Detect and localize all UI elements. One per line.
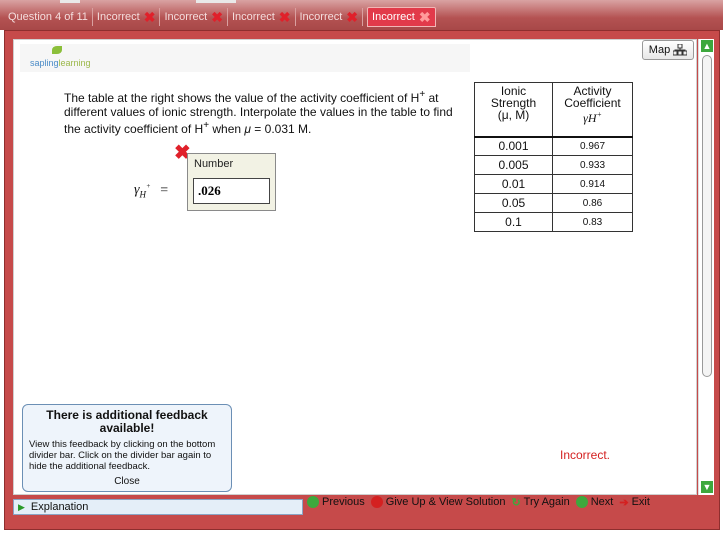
try-again-label: Try Again <box>523 496 570 508</box>
table-row: 0.1 0.83 <box>474 212 633 232</box>
previous-arrow-icon <box>307 496 319 508</box>
tab-label: Incorrect <box>231 11 275 23</box>
table-cell: 0.933 <box>552 155 633 175</box>
equals-sign: = <box>160 182 169 198</box>
scroll-track[interactable] <box>702 55 712 377</box>
table-row: 0.01 0.914 <box>474 174 633 194</box>
table-cell: 0.005 <box>474 155 553 175</box>
gamma-subscript: H <box>139 189 147 200</box>
tab-attempt-1[interactable]: Incorrect ✖ <box>93 8 161 26</box>
red-x-icon: ✖ <box>418 9 431 25</box>
gamma-h-superscript: + <box>596 110 602 119</box>
give-up-x-icon <box>370 496 383 508</box>
exit-button[interactable]: ➔ Exit <box>619 496 650 509</box>
next-arrow-icon <box>575 496 588 508</box>
table-cell: 0.001 <box>474 135 553 156</box>
feedback-callout: There is additional feedback available! … <box>22 404 232 492</box>
tab-attempt-5-active[interactable]: Incorrect ✖ <box>367 7 436 27</box>
question-tab-bar: Question 4 of 11 Incorrect ✖ Incorrect ✖ I… <box>0 0 723 30</box>
feedback-body: View this feedback by clicking on the bo… <box>29 439 216 472</box>
table-cell: 0.83 <box>552 212 633 232</box>
give-up-label: Give Up & View Solution <box>385 496 506 508</box>
header-line: Coefficient <box>564 96 621 110</box>
explanation-label: Explanation <box>30 501 89 513</box>
red-x-icon: ✖ <box>346 9 359 25</box>
tab-label: Question 4 of 11 <box>8 11 88 23</box>
table-row: 0.005 0.933 <box>474 155 633 175</box>
number-answer-box: Number <box>187 153 276 211</box>
question-text: The table at the right shows the value o… <box>64 88 459 136</box>
expand-triangle-icon: ▶ <box>18 501 25 512</box>
vertical-scrollbar[interactable]: ▲ ▼ <box>698 39 714 495</box>
tab-attempt-3[interactable]: Incorrect ✖ <box>228 8 296 26</box>
header-line: γH+ <box>557 109 628 124</box>
question-frame: saplinglearning Map The table at the rig… <box>4 30 720 530</box>
exit-door-icon: ➔ <box>619 496 629 509</box>
table-cell: 0.05 <box>474 193 553 213</box>
gamma-label: γH+ = <box>134 182 168 199</box>
previous-label: Previous <box>322 496 365 508</box>
exit-label: Exit <box>631 496 650 508</box>
feedback-close-button[interactable]: Close <box>23 476 231 487</box>
strip-fragment <box>60 0 80 3</box>
logo-word-sapling: sapling <box>30 58 59 68</box>
table-cell: 0.967 <box>552 135 633 156</box>
red-x-icon: ✖ <box>143 9 156 25</box>
strip-fragment <box>196 0 236 3</box>
question-value: = 0.031 M. <box>250 122 312 136</box>
question-panel: saplinglearning Map The table at the rig… <box>13 39 697 495</box>
tab-question-counter[interactable]: Question 4 of 11 <box>4 8 93 26</box>
table-header-activity-coefficient: Activity Coefficient γH+ <box>552 82 633 137</box>
try-again-button[interactable]: ↻ Try Again <box>511 496 569 509</box>
number-label: Number <box>194 158 234 170</box>
table-cell: 0.914 <box>552 174 633 194</box>
tab-label: Incorrect <box>372 11 415 23</box>
gamma-superscript: + <box>146 182 151 190</box>
red-x-icon: ✖ <box>278 9 291 25</box>
table-row: 0.001 0.967 <box>474 135 633 156</box>
mu-symbol: μ <box>244 122 251 136</box>
tab-label: Incorrect <box>96 11 140 23</box>
question-line: when <box>209 122 245 136</box>
sapling-learning-logo: saplinglearning <box>20 44 470 72</box>
scroll-up-arrow-icon[interactable]: ▲ <box>701 40 713 52</box>
tab-label: Incorrect <box>164 11 208 23</box>
navigation-bar: Previous Give Up & View Solution ↻ Try A… <box>307 490 687 514</box>
tab-attempt-2[interactable]: Incorrect ✖ <box>160 8 228 26</box>
leaf-icon <box>52 46 62 54</box>
logo-word-learning: learning <box>58 58 91 68</box>
table-row: 0.05 0.86 <box>474 193 633 213</box>
header-line: (μ, M) <box>497 108 530 122</box>
table-cell: 0.01 <box>474 174 553 194</box>
next-label: Next <box>590 496 614 508</box>
feedback-title: There is additional feedback available! <box>46 408 208 435</box>
explanation-divider-bar[interactable]: ▶ Explanation <box>13 499 303 515</box>
activity-coefficient-table: Ionic Strength (μ, M) Activity Coefficie… <box>474 82 633 232</box>
table-cell: 0.86 <box>552 193 633 213</box>
tab-attempt-4[interactable]: Incorrect ✖ <box>296 8 364 26</box>
gamma-h-symbol: γH <box>583 111 597 125</box>
tab-label: Incorrect <box>299 11 343 23</box>
map-button[interactable]: Map <box>642 40 694 60</box>
table-header-ionic-strength: Ionic Strength (μ, M) <box>474 82 553 137</box>
map-icon <box>673 44 688 56</box>
give-up-button[interactable]: Give Up & View Solution <box>370 496 506 508</box>
question-line: The table at the right shows the value o… <box>64 91 420 105</box>
map-label: Map <box>648 44 671 56</box>
red-x-icon: ✖ <box>211 9 223 25</box>
next-button[interactable]: Next <box>575 496 614 508</box>
previous-button[interactable]: Previous <box>307 496 365 508</box>
status-message: Incorrect. <box>560 448 611 462</box>
try-again-icon: ↻ <box>511 496 521 509</box>
answer-input[interactable] <box>193 178 270 204</box>
scroll-down-arrow-icon[interactable]: ▼ <box>701 481 713 493</box>
table-cell: 0.1 <box>474 212 553 232</box>
